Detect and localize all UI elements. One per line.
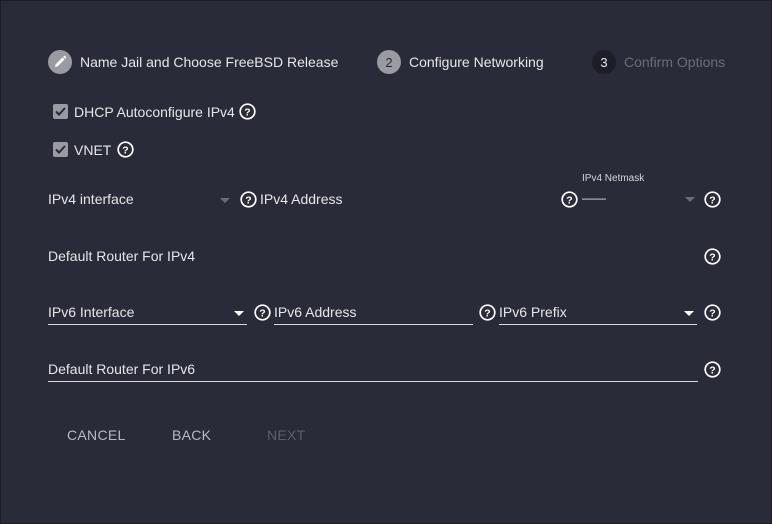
step-name-jail[interactable]: Name Jail and Choose FreeBSD Release <box>48 49 338 75</box>
cancel-button[interactable]: CANCEL <box>67 427 126 443</box>
dhcp-checkbox[interactable] <box>53 104 68 119</box>
default-router-ipv4-input[interactable]: Default Router For IPv4 <box>48 248 698 268</box>
ipv6-prefix-placeholder: IPv6 Prefix <box>499 304 567 320</box>
svg-text:?: ? <box>566 194 572 206</box>
chevron-down-icon <box>234 311 244 316</box>
svg-text:?: ? <box>709 251 715 263</box>
help-icon[interactable]: ? <box>704 191 721 208</box>
default-router-ipv6-input[interactable]: Default Router For IPv6 <box>48 361 698 382</box>
ipv6-prefix-select[interactable]: IPv6 Prefix <box>499 304 697 325</box>
svg-text:?: ? <box>259 307 265 319</box>
svg-text:?: ? <box>709 194 715 206</box>
help-icon[interactable]: ? <box>254 304 271 321</box>
ipv4-netmask-label: IPv4 Netmask <box>582 173 645 184</box>
chevron-down-icon <box>220 198 230 203</box>
vnet-row: VNET ? <box>53 141 134 158</box>
ipv6-interface-select[interactable]: IPv6 Interface <box>48 304 247 325</box>
ipv4-address-placeholder: IPv4 Address <box>260 191 343 207</box>
ipv4-address-input[interactable]: IPv4 Address <box>260 191 550 211</box>
chevron-down-icon <box>685 197 695 202</box>
dhcp-autoconfigure-row: DHCP Autoconfigure IPv4 ? <box>53 103 256 120</box>
help-icon[interactable]: ? <box>704 304 721 321</box>
step-number: 2 <box>377 50 401 74</box>
svg-text:?: ? <box>709 307 715 319</box>
dhcp-label: DHCP Autoconfigure IPv4 <box>74 103 235 120</box>
chevron-down-icon <box>684 311 694 316</box>
step-confirm-options[interactable]: 3 Confirm Options <box>592 49 725 75</box>
help-icon[interactable]: ? <box>240 191 257 208</box>
step-label: Confirm Options <box>624 54 726 70</box>
svg-text:?: ? <box>244 106 250 118</box>
help-icon[interactable]: ? <box>239 103 256 120</box>
help-icon[interactable]: ? <box>117 141 134 158</box>
ipv6-address-input[interactable]: IPv6 Address <box>274 304 473 325</box>
ipv4-netmask-select[interactable]: IPv4 Netmask —— <box>582 173 697 213</box>
help-icon[interactable]: ? <box>479 304 496 321</box>
ipv4-netmask-value: —— <box>582 191 606 205</box>
svg-text:?: ? <box>484 307 490 319</box>
help-icon[interactable]: ? <box>704 361 721 378</box>
ipv6-address-placeholder: IPv6 Address <box>274 304 357 320</box>
svg-text:?: ? <box>245 194 251 206</box>
step-label: Configure Networking <box>409 54 544 70</box>
default-router-ipv4-placeholder: Default Router For IPv4 <box>48 248 196 264</box>
check-icon <box>55 145 66 154</box>
vnet-checkbox[interactable] <box>53 142 68 157</box>
help-icon[interactable]: ? <box>561 191 578 208</box>
vnet-label: VNET <box>74 141 112 158</box>
help-icon[interactable]: ? <box>704 248 721 265</box>
pencil-icon <box>48 50 72 74</box>
back-button[interactable]: BACK <box>172 427 211 443</box>
ipv4-interface-placeholder: IPv4 interface <box>48 191 134 207</box>
step-label: Name Jail and Choose FreeBSD Release <box>80 54 339 70</box>
step-number: 3 <box>592 50 616 74</box>
default-router-ipv6-placeholder: Default Router For IPv6 <box>48 361 196 377</box>
ipv6-interface-placeholder: IPv6 Interface <box>48 304 135 320</box>
step-configure-networking[interactable]: 2 Configure Networking <box>377 49 544 75</box>
ipv4-interface-select[interactable]: IPv4 interface <box>48 191 233 211</box>
check-icon <box>55 107 66 116</box>
svg-text:?: ? <box>123 144 129 156</box>
jail-wizard-dialog: Name Jail and Choose FreeBSD Release 2 C… <box>0 0 772 524</box>
svg-text:?: ? <box>709 364 715 376</box>
next-button[interactable]: NEXT <box>267 427 306 443</box>
